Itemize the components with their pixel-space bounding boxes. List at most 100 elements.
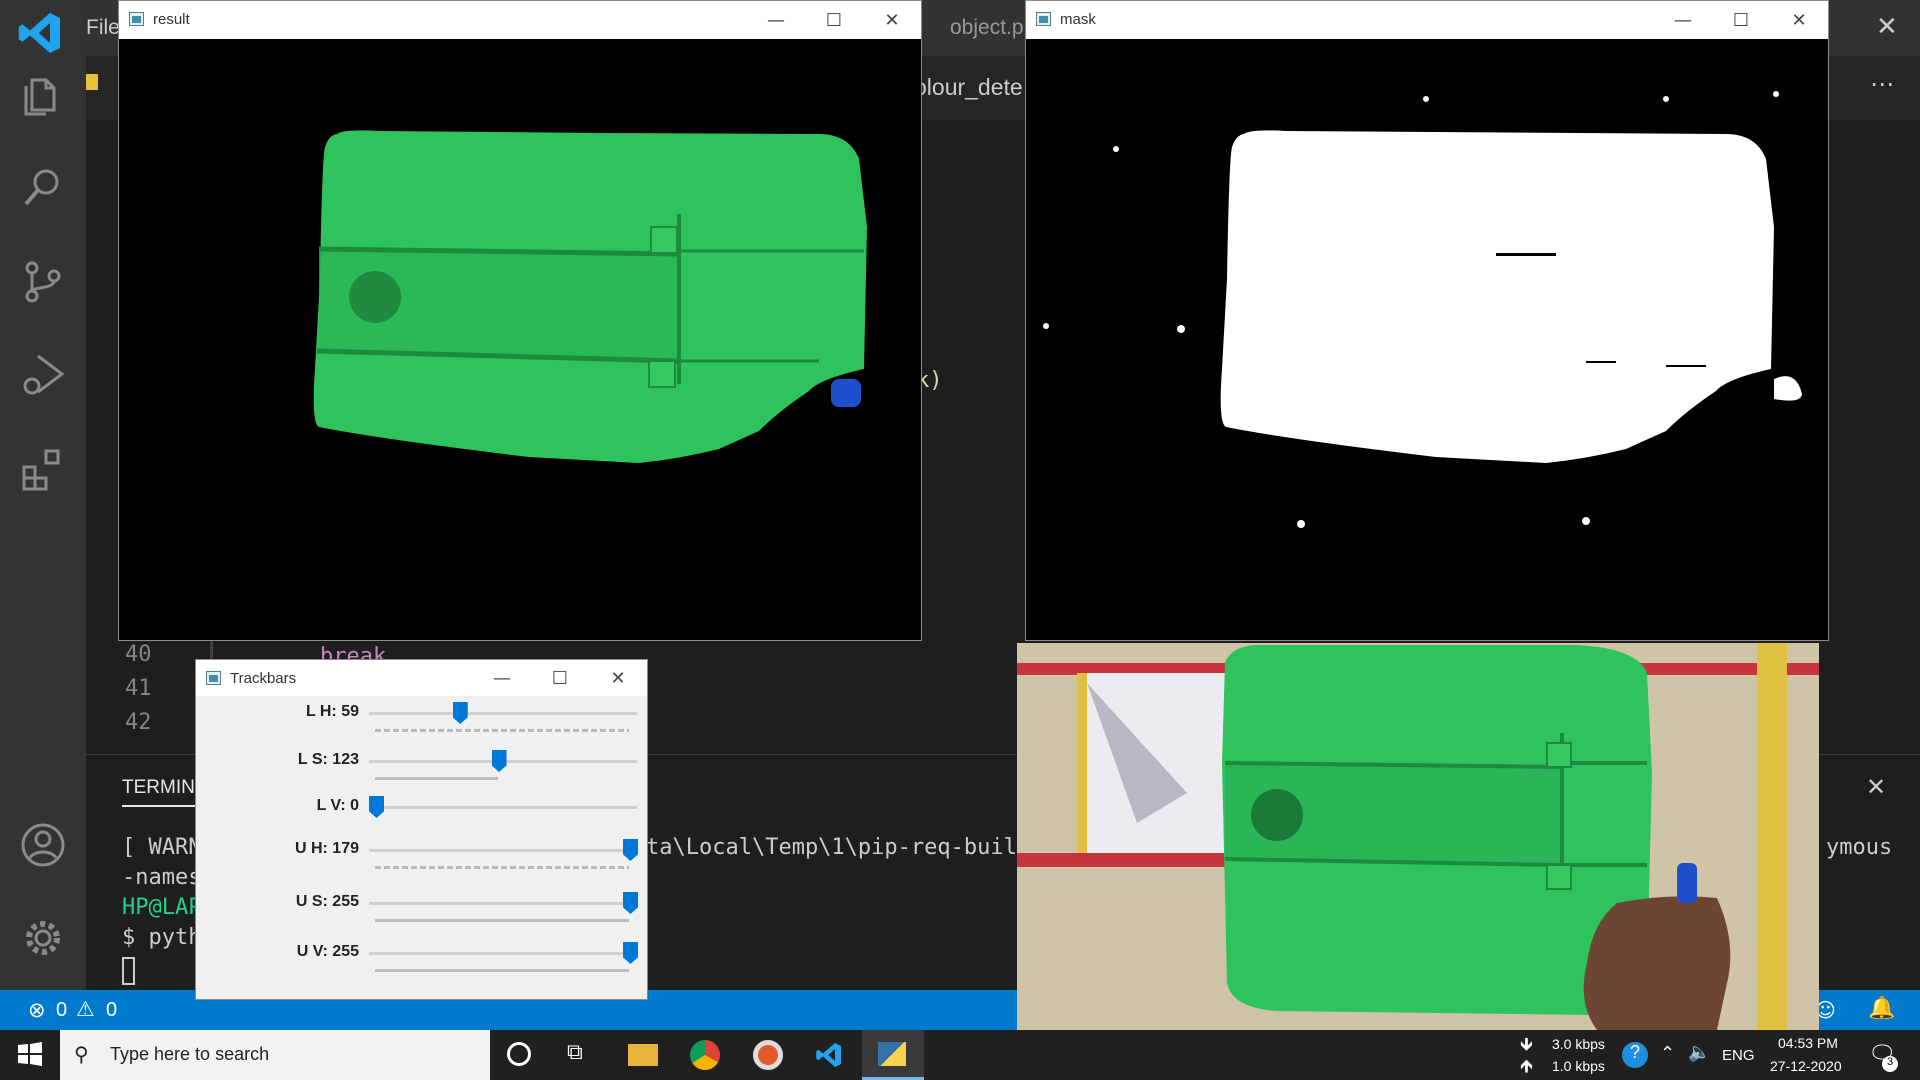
line-number: 42 (125, 710, 152, 735)
trackbar-label: L H: 59 (305, 703, 359, 720)
task-view-icon[interactable]: ⧉ (567, 1040, 583, 1065)
terminal-path-text: ta\Local\Temp\1\pip-req-build (646, 835, 1031, 860)
window-app-icon (206, 671, 221, 685)
trackbar-label: L S: 123 (297, 751, 359, 768)
terminal-command: $ pyth (122, 925, 202, 950)
mask-window-title: mask (1060, 11, 1096, 28)
extensions-icon[interactable] (18, 445, 68, 495)
trackbar-thumb[interactable] (369, 796, 384, 818)
line-number: 40 (125, 642, 152, 667)
minimize-icon[interactable]: — (473, 660, 531, 696)
mask-title-bar[interactable]: mask — ☐ ✕ (1026, 1, 1828, 39)
settings-gear-icon[interactable] (18, 913, 68, 963)
minimize-icon[interactable]: — (747, 1, 805, 39)
source-control-icon[interactable] (18, 256, 68, 306)
show-hidden-icons-icon[interactable]: ⌃ (1660, 1043, 1675, 1064)
warning-count[interactable]: 0 (106, 999, 117, 1022)
notification-badge: 3 (1882, 1056, 1898, 1072)
tab-terminal[interactable]: TERMIN (122, 777, 195, 807)
terminal-prompt: HP@LAP (122, 895, 202, 920)
run-debug-icon[interactable] (18, 350, 68, 400)
windows-taskbar: ⚲ Type here to search ⧉ 🡻 🡹 3.0 kbps 1.0… (0, 1030, 1920, 1080)
trackbar-fill (375, 969, 629, 972)
result-window[interactable]: result — ☐ ✕ (118, 0, 922, 641)
volume-icon[interactable]: 🔈 (1688, 1042, 1710, 1063)
trackbar-row: L S: 123 (196, 750, 646, 800)
close-icon[interactable]: ✕ (1770, 1, 1828, 39)
upload-speed: 1.0 kbps (1552, 1058, 1605, 1074)
search-icon[interactable] (18, 162, 68, 212)
clock-time[interactable]: 04:53 PM (1778, 1035, 1838, 1051)
trackbar-label: U S: 255 (295, 893, 359, 910)
maximize-icon[interactable]: ☐ (1712, 1, 1770, 39)
camera-frame-window[interactable] (1017, 643, 1819, 1030)
terminal-line: -names (122, 865, 202, 890)
python-icon (878, 1042, 906, 1066)
file-menu[interactable]: File (86, 16, 120, 40)
trackbars-title-bar[interactable]: Trackbars — ☐ ✕ (196, 660, 647, 696)
trackbars-window-title: Trackbars (230, 670, 297, 687)
windows-start-icon[interactable] (18, 1042, 42, 1066)
result-window-title: result (153, 11, 190, 28)
obs-icon[interactable] (753, 1040, 783, 1070)
chrome-icon[interactable] (690, 1040, 720, 1070)
error-icon[interactable]: ⊗ (28, 998, 46, 1022)
vscode-taskbar-icon[interactable] (813, 1040, 845, 1070)
terminal-line: [ WARN (122, 835, 202, 860)
warning-icon[interactable]: ⚠ (76, 997, 95, 1021)
search-icon: ⚲ (74, 1042, 89, 1066)
trackbar-thumb[interactable] (623, 942, 638, 964)
notifications-bell-icon[interactable]: 🔔 (1868, 996, 1895, 1021)
maximize-icon[interactable]: ☐ (805, 1, 863, 39)
maximize-icon[interactable]: ☐ (531, 660, 589, 696)
cortana-icon[interactable] (507, 1042, 531, 1066)
trackbar-row: U V: 255 (196, 942, 646, 992)
line-number: 41 (125, 676, 152, 701)
trackbar-track[interactable] (369, 952, 637, 955)
trackbar-track[interactable] (369, 849, 637, 852)
trackbar-thumb[interactable] (623, 892, 638, 914)
help-icon[interactable]: ? (1622, 1042, 1648, 1068)
more-actions-icon[interactable]: ⋯ (1870, 70, 1894, 98)
python-file-icon (86, 74, 98, 90)
trackbar-label: U V: 255 (296, 943, 359, 960)
vscode-close-icon[interactable]: ✕ (1876, 12, 1898, 42)
upload-arrow-icon: 🡹 (1520, 1056, 1533, 1077)
clock-date[interactable]: 27-12-2020 (1770, 1058, 1842, 1074)
trackbar-thumb[interactable] (623, 839, 638, 861)
close-icon[interactable]: ✕ (863, 1, 921, 39)
trackbar-fill (375, 919, 629, 922)
mask-window[interactable]: mask — ☐ ✕ (1025, 0, 1829, 641)
error-count[interactable]: 0 (56, 999, 67, 1022)
tab-partial-colour[interactable]: olour_dete (914, 74, 1023, 101)
tab-partial-object[interactable]: object.p (950, 16, 1024, 40)
language-indicator[interactable]: ENG (1722, 1047, 1755, 1064)
file-explorer-icon[interactable] (628, 1044, 658, 1066)
minimize-icon[interactable]: — (1654, 1, 1712, 39)
trackbar-track[interactable] (369, 902, 637, 905)
trackbar-label: U H: 179 (294, 840, 359, 857)
account-icon[interactable] (18, 820, 68, 870)
vscode-logo-icon (15, 8, 60, 53)
trackbar-thumb[interactable] (452, 702, 468, 724)
trackbar-row: L H: 59 (196, 702, 646, 752)
trackbar-thumb[interactable] (491, 750, 507, 772)
terminal-right-text: ymous (1826, 835, 1893, 860)
result-image (119, 39, 921, 640)
explorer-icon[interactable] (18, 70, 68, 120)
trackbar-label: L V: 0 (316, 797, 359, 814)
window-app-icon (129, 12, 144, 26)
mask-image (1026, 39, 1828, 640)
terminal-cursor (122, 957, 135, 985)
activity-bar (0, 0, 86, 990)
trackbar-track[interactable] (369, 806, 637, 809)
trackbar-track[interactable] (369, 712, 637, 715)
close-icon[interactable]: ✕ (589, 660, 647, 696)
taskbar-search-box[interactable]: ⚲ Type here to search (60, 1030, 490, 1080)
panel-close-icon[interactable]: ✕ (1866, 773, 1886, 801)
trackbars-window[interactable]: Trackbars — ☐ ✕ L H: 59 L S: 123 L V: 0 U H… (195, 659, 648, 1000)
result-title-bar[interactable]: result — ☐ ✕ (119, 1, 921, 39)
python-taskbar-button[interactable] (862, 1030, 924, 1080)
trackbar-fill (375, 866, 629, 869)
download-speed: 3.0 kbps (1552, 1036, 1605, 1052)
